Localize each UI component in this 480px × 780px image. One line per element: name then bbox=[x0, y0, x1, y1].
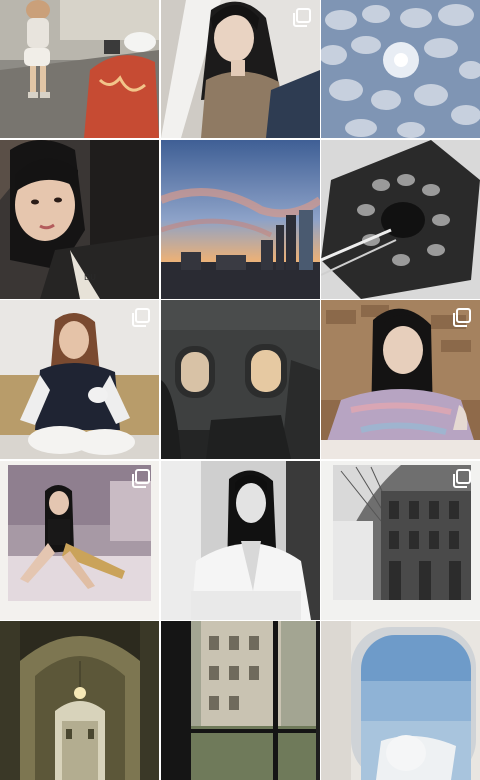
photo-selfie: DU bbox=[0, 139, 159, 299]
photo-window-view bbox=[160, 621, 320, 780]
photo-street-child bbox=[0, 0, 159, 138]
photo-skyline bbox=[160, 139, 320, 299]
post-tile-selfie[interactable]: DU bbox=[0, 139, 159, 299]
post-tile-knit-sweater[interactable] bbox=[321, 300, 480, 459]
photo-airplane-cabin bbox=[160, 300, 320, 459]
post-tile-varsity-jacket[interactable] bbox=[0, 300, 159, 459]
multi-post-icon bbox=[292, 8, 312, 28]
post-tile-window-view[interactable] bbox=[160, 621, 320, 780]
multi-post-icon bbox=[131, 308, 151, 328]
multi-post-icon bbox=[452, 308, 472, 328]
photo-staircase bbox=[321, 139, 480, 299]
post-tile-airplane-window[interactable] bbox=[321, 621, 480, 780]
post-tile-bathrobe[interactable] bbox=[160, 460, 320, 620]
photo-airplane-window bbox=[321, 621, 480, 780]
multi-post-icon bbox=[452, 468, 472, 489]
photo-bathrobe bbox=[160, 460, 320, 620]
post-tile-airplane-cabin[interactable] bbox=[160, 300, 320, 459]
photo-grid: DU bbox=[0, 0, 480, 780]
post-tile-arched-corridor[interactable] bbox=[0, 621, 159, 780]
post-tile-cloudy-sky[interactable] bbox=[321, 0, 480, 138]
post-tile-polaroid-bed[interactable] bbox=[0, 460, 159, 620]
post-tile-galleria[interactable] bbox=[321, 460, 480, 620]
svg-text:DU: DU bbox=[84, 273, 96, 282]
post-tile-skyline[interactable] bbox=[160, 139, 320, 299]
photo-cloudy-sky bbox=[321, 0, 480, 138]
post-tile-street-child[interactable] bbox=[0, 0, 159, 138]
post-tile-woman-window[interactable] bbox=[160, 0, 320, 138]
post-tile-staircase[interactable] bbox=[321, 139, 480, 299]
photo-arched-corridor bbox=[0, 621, 159, 780]
multi-post-icon bbox=[131, 468, 151, 489]
